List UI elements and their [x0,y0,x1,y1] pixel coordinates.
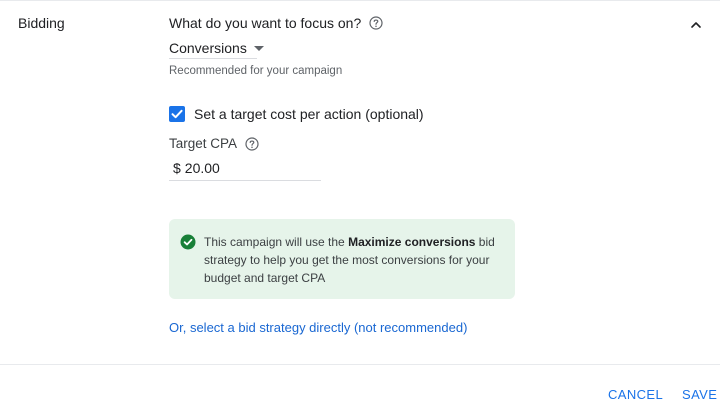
strategy-info-text: This campaign will use the Maximize conv… [204,233,500,287]
target-cpa-label-text: Target CPA [169,136,238,151]
focus-question: What do you want to focus on? [169,15,383,31]
top-divider [0,0,720,1]
target-cost-checkbox[interactable] [169,106,185,122]
help-circle-icon[interactable] [369,16,383,30]
bottom-divider [0,364,720,365]
target-cost-checkbox-label[interactable]: Set a target cost per action (optional) [194,106,424,122]
save-button[interactable]: SAVE [682,387,717,402]
help-circle-icon[interactable] [245,136,259,151]
focus-dropdown[interactable]: Conversions [169,37,264,59]
target-cpa-value: 20.00 [184,160,220,176]
focus-dropdown-value: Conversions [169,40,247,56]
collapse-button[interactable] [686,15,706,35]
chevron-up-icon [691,22,701,28]
strategy-name: Maximize conversions [348,235,476,249]
check-circle-icon [180,234,196,250]
target-cpa-label: Target CPA [169,136,259,151]
currency-symbol: $ [173,160,181,176]
dropdown-underline [169,58,257,59]
target-cpa-input[interactable]: $ 20.00 [169,156,321,181]
section-title: Bidding [18,15,65,31]
dropdown-caret-icon [253,45,264,51]
cancel-button[interactable]: CANCEL [608,387,663,402]
select-strategy-link[interactable]: Or, select a bid strategy directly (not … [169,320,467,335]
checkmark-icon [171,109,183,119]
strategy-info-box: This campaign will use the Maximize conv… [169,219,515,299]
focus-question-text: What do you want to focus on? [169,15,362,31]
info-text-start: This campaign will use the [204,235,349,249]
recommendation-note: Recommended for your campaign [169,65,343,77]
